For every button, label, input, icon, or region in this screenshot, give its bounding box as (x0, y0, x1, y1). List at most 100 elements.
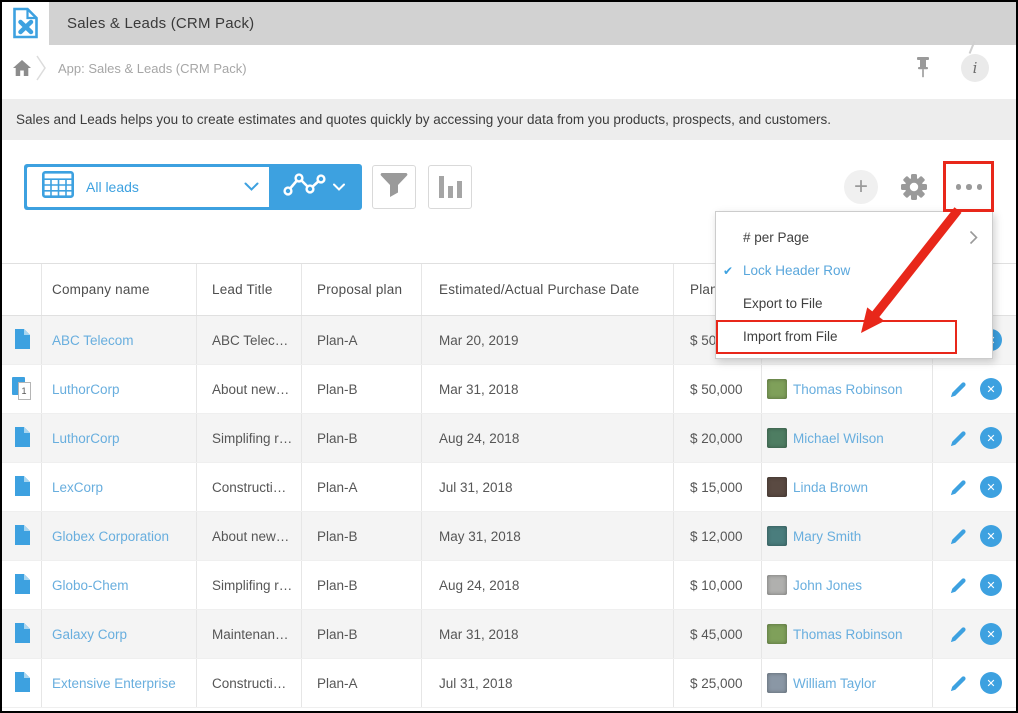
proposal-plan-cell: Plan-A (302, 659, 422, 707)
person-link[interactable]: Thomas Robinson (793, 627, 903, 642)
ellipsis-icon (956, 184, 962, 190)
app-icon (12, 7, 40, 44)
chart-view-selector[interactable] (269, 167, 359, 207)
more-options-menu: # per Page ✔ Lock Header Row Export to F… (715, 211, 993, 359)
record-icon[interactable] (14, 476, 30, 499)
add-record-button[interactable]: + (844, 170, 878, 204)
person-link[interactable]: Michael Wilson (793, 431, 884, 446)
lead-title-cell: Constructi… (197, 659, 302, 707)
pin-icon[interactable] (915, 57, 931, 84)
gear-icon (900, 188, 928, 205)
edit-icon[interactable] (949, 429, 968, 448)
amount-cell: $ 10,000 (674, 561, 762, 609)
breadcrumb-bar: App: Sales & Leads (CRM Pack) i (2, 45, 1016, 95)
company-link[interactable]: Globex Corporation (52, 529, 169, 544)
amount-cell: $ 50,000 (674, 365, 762, 413)
company-link[interactable]: LuthorCorp (52, 382, 120, 397)
edit-icon[interactable] (949, 380, 968, 399)
table-row: Galaxy Corp Maintenan… Plan-B Mar 31, 20… (2, 610, 1016, 659)
chevron-down-icon (244, 178, 259, 196)
person-link[interactable]: Linda Brown (793, 480, 868, 495)
record-attachment-icon[interactable]: 1 (12, 377, 32, 401)
filter-button[interactable] (372, 165, 416, 209)
column-header-lead-title: Lead Title (197, 264, 302, 315)
amount-cell: $ 25,000 (674, 659, 762, 707)
menu-item-lock-header-row[interactable]: ✔ Lock Header Row (716, 254, 992, 287)
proposal-plan-cell: Plan-B (302, 610, 422, 658)
company-link[interactable]: LuthorCorp (52, 431, 120, 446)
view-selector-current[interactable]: All leads (27, 167, 269, 207)
avatar (767, 673, 787, 693)
delete-icon[interactable]: ✕ (980, 476, 1002, 498)
edit-icon[interactable] (949, 625, 968, 644)
delete-icon[interactable]: ✕ (980, 672, 1002, 694)
more-options-button[interactable] (948, 170, 990, 204)
lead-title-cell: Maintenan… (197, 610, 302, 658)
edit-icon[interactable] (949, 527, 968, 546)
app-window: Sales & Leads (CRM Pack) App: Sales & Le… (0, 0, 1018, 713)
person-link[interactable]: William Taylor (793, 676, 876, 691)
record-icon[interactable] (14, 525, 30, 548)
amount-cell: $ 45,000 (674, 610, 762, 658)
app-icon-box (2, 2, 49, 48)
lead-title-cell: About new… (197, 512, 302, 560)
info-icon[interactable]: i (961, 54, 989, 82)
delete-icon[interactable]: ✕ (980, 378, 1002, 400)
proposal-plan-cell: Plan-B (302, 414, 422, 462)
menu-item-export-to-file[interactable]: Export to File (716, 287, 992, 320)
submenu-chevron-icon (969, 230, 978, 245)
avatar (767, 477, 787, 497)
table-body: ABC Telecom ABC Telec… Plan-A Mar 20, 20… (2, 316, 1016, 708)
avatar (767, 575, 787, 595)
table-row: Extensive Enterprise Constructi… Plan-A … (2, 659, 1016, 708)
edit-icon[interactable] (949, 478, 968, 497)
menu-item-per-page[interactable]: # per Page (716, 221, 992, 254)
proposal-plan-cell: Plan-A (302, 463, 422, 511)
lead-title-cell: Constructi… (197, 463, 302, 511)
home-icon[interactable] (13, 60, 31, 81)
delete-icon[interactable]: ✕ (980, 574, 1002, 596)
table-row: LuthorCorp Simplifing r… Plan-B Aug 24, … (2, 414, 1016, 463)
amount-cell: $ 20,000 (674, 414, 762, 462)
view-selector[interactable]: All leads (24, 164, 362, 210)
purchase-date-cell: Mar 20, 2019 (422, 316, 674, 364)
edit-icon[interactable] (949, 674, 968, 693)
person-link[interactable]: John Jones (793, 578, 862, 593)
purchase-date-cell: Mar 31, 2018 (422, 365, 674, 413)
lead-title-cell: Simplifing r… (197, 561, 302, 609)
person-link[interactable]: Mary Smith (793, 529, 861, 544)
edit-icon[interactable] (949, 576, 968, 595)
company-link[interactable]: Galaxy Corp (52, 627, 127, 642)
company-link[interactable]: Globo-Chem (52, 578, 129, 593)
delete-icon[interactable]: ✕ (980, 525, 1002, 547)
menu-item-import-from-file[interactable]: Import from File (716, 320, 992, 353)
record-icon[interactable] (14, 427, 30, 450)
lead-title-cell: Simplifing r… (197, 414, 302, 462)
column-header-icon (2, 264, 42, 315)
amount-cell: $ 12,000 (674, 512, 762, 560)
delete-icon[interactable]: ✕ (980, 623, 1002, 645)
person-link[interactable]: Thomas Robinson (793, 382, 903, 397)
purchase-date-cell: Aug 24, 2018 (422, 561, 674, 609)
settings-button[interactable] (900, 173, 928, 206)
proposal-plan-cell: Plan-A (302, 316, 422, 364)
proposal-plan-cell: Plan-B (302, 561, 422, 609)
breadcrumb-chevron-icon (35, 53, 47, 88)
purchase-date-cell: Aug 24, 2018 (422, 414, 674, 462)
record-icon[interactable] (14, 574, 30, 597)
purchase-date-cell: May 31, 2018 (422, 512, 674, 560)
lead-title-cell: ABC Telec… (197, 316, 302, 364)
company-link[interactable]: ABC Telecom (52, 333, 134, 348)
company-link[interactable]: Extensive Enterprise (52, 676, 176, 691)
column-header-purchase-date: Estimated/Actual Purchase Date (422, 264, 674, 315)
record-icon[interactable] (14, 329, 30, 352)
purchase-date-cell: Jul 31, 2018 (422, 659, 674, 707)
avatar (767, 379, 787, 399)
column-chart-button[interactable] (428, 165, 472, 209)
company-link[interactable]: LexCorp (52, 480, 103, 495)
record-icon[interactable] (14, 623, 30, 646)
table-row: Globex Corporation About new… Plan-B May… (2, 512, 1016, 561)
table-row: Globo-Chem Simplifing r… Plan-B Aug 24, … (2, 561, 1016, 610)
record-icon[interactable] (14, 672, 30, 695)
delete-icon[interactable]: ✕ (980, 427, 1002, 449)
